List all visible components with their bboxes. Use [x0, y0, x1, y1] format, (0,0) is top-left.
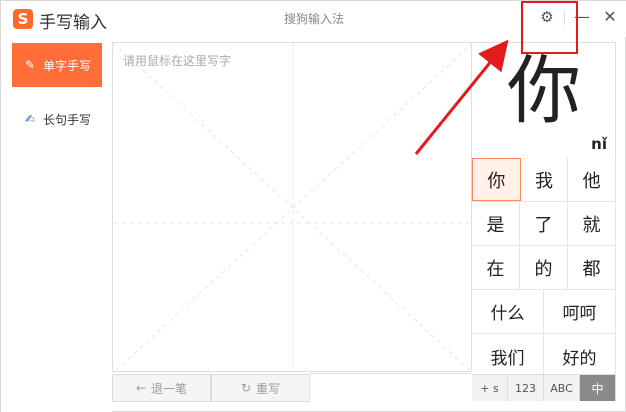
- annotation-arrow: [414, 39, 509, 155]
- handwriting-window: S 手写输入 搜狗输入法 ⚙ — ✕ ✎ 单字手写 ✍ 长句手写 请用鼠标在这里…: [0, 0, 626, 412]
